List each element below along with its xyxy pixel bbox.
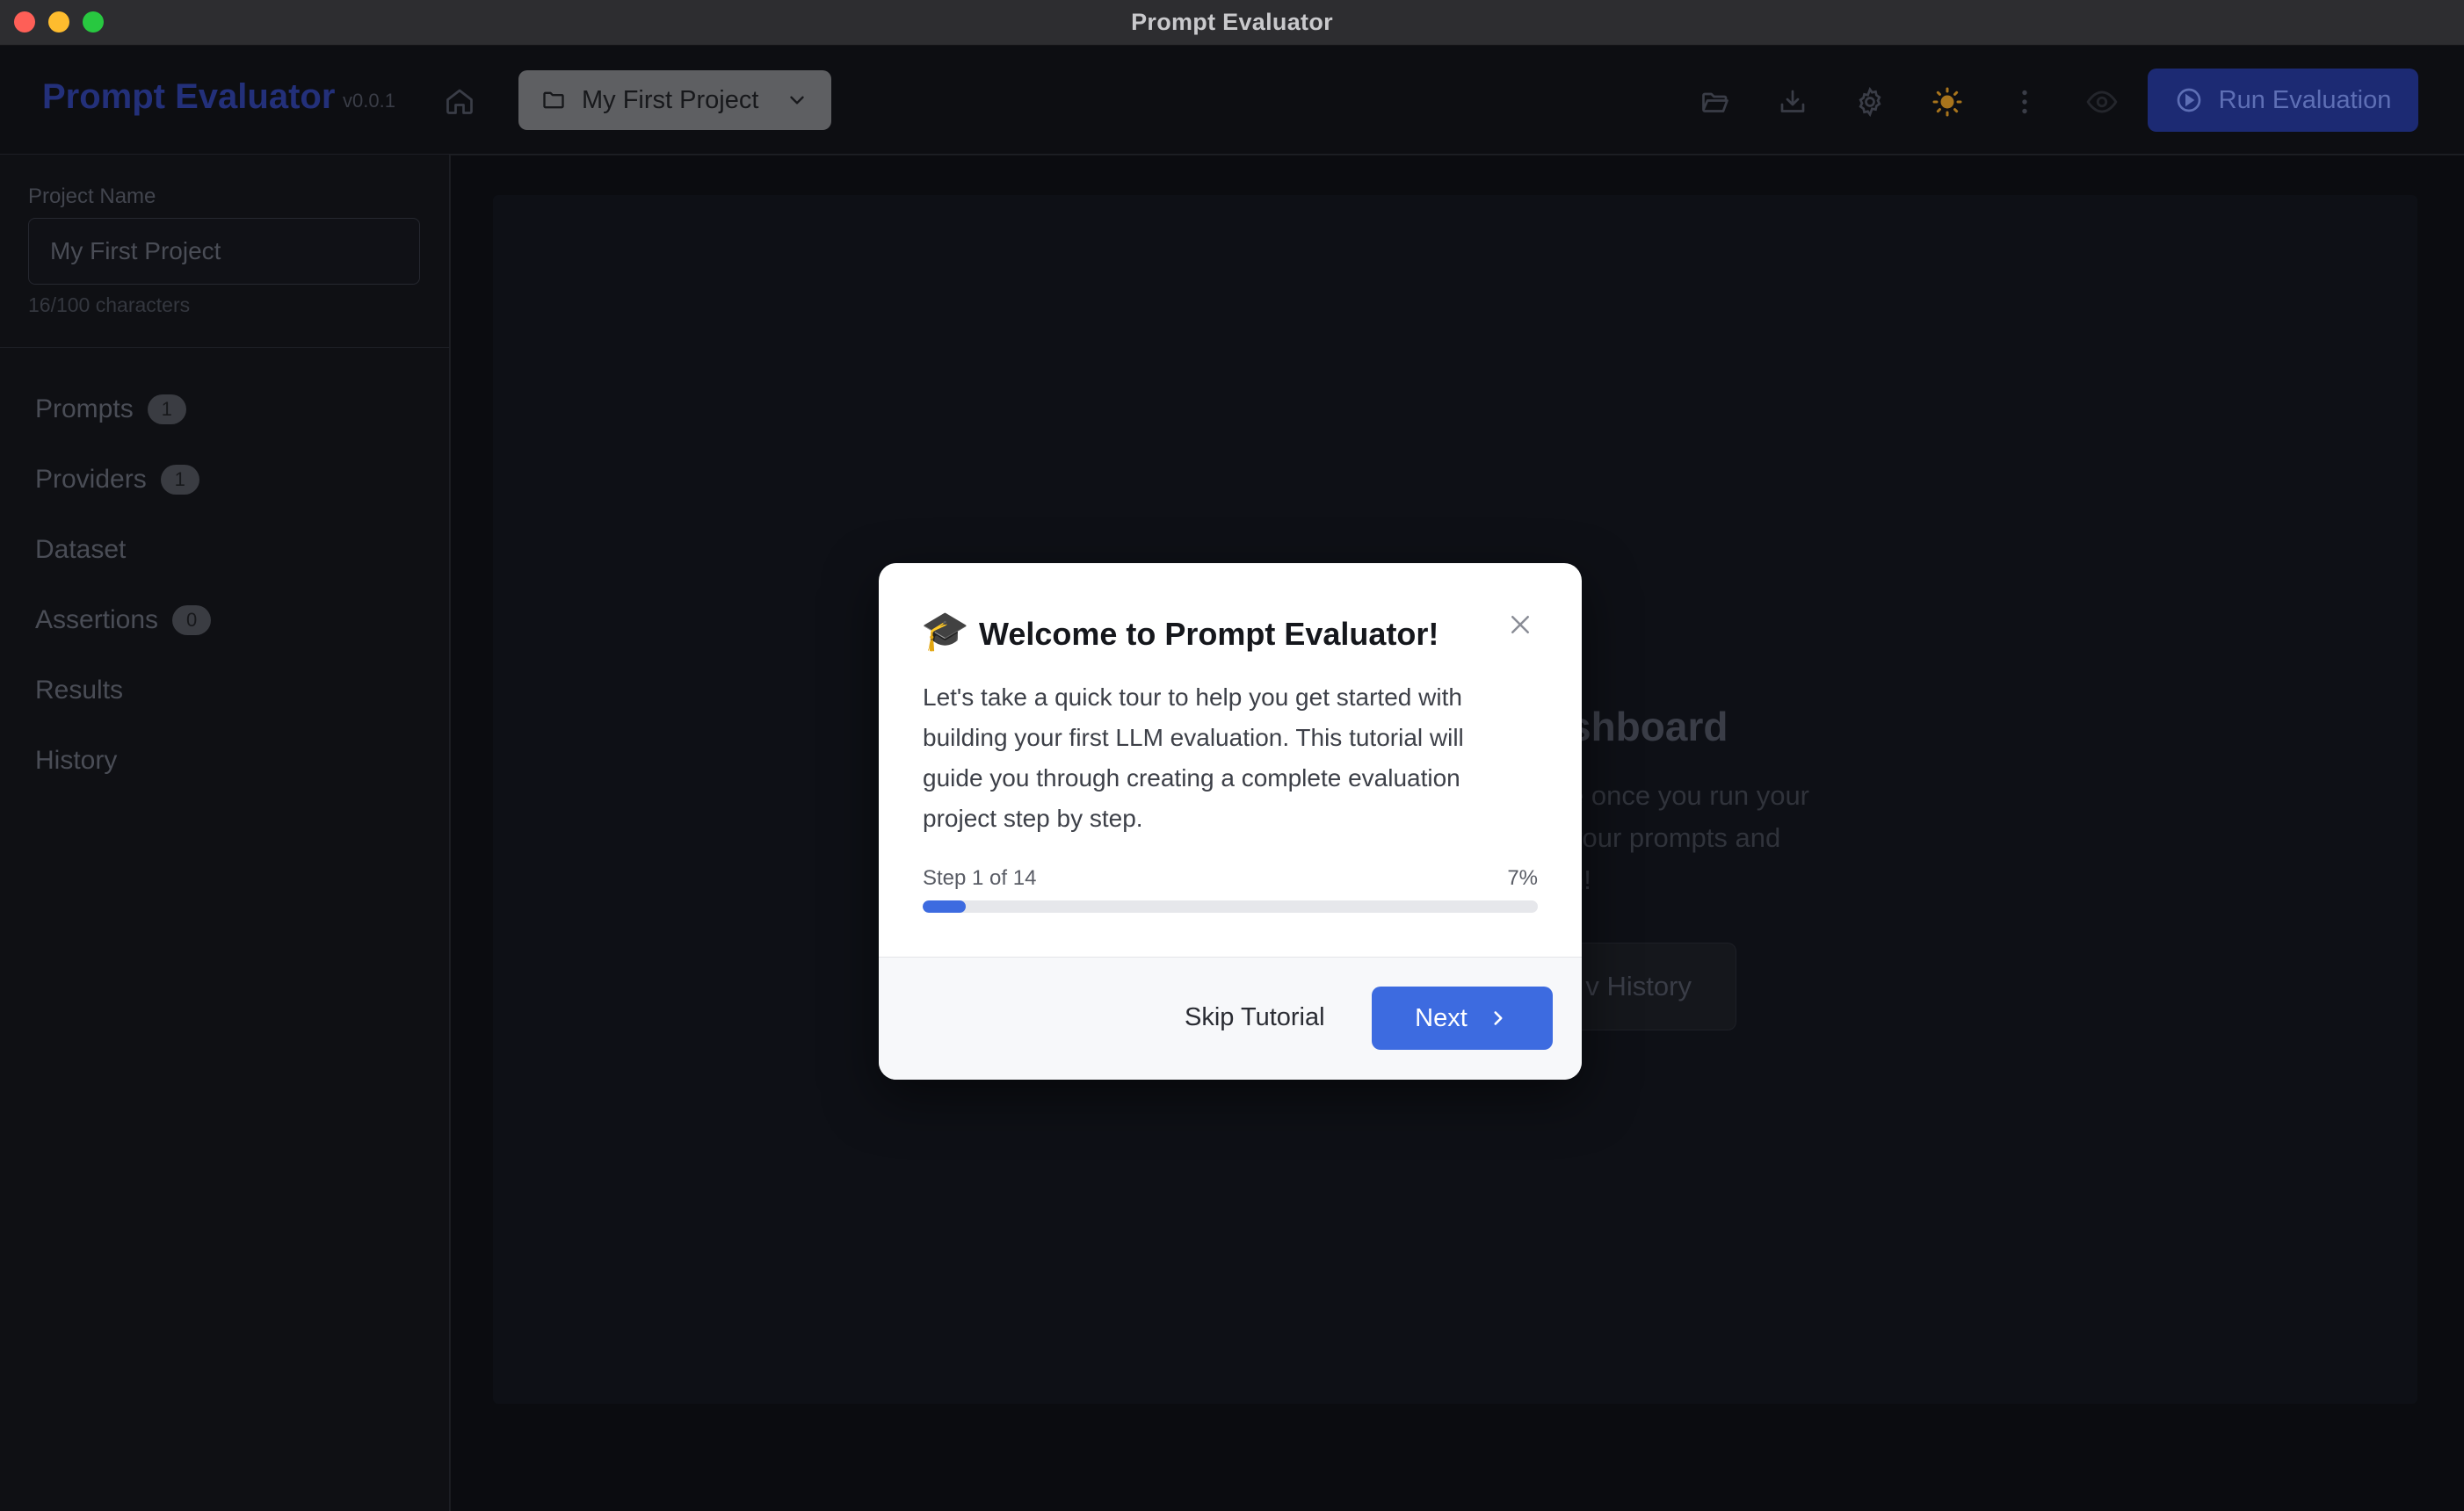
app-brand: Prompt Evaluator <box>42 77 336 116</box>
home-button[interactable] <box>441 83 478 119</box>
app-header: Prompt Evaluator v0.0.1 My First Project… <box>0 46 2464 155</box>
count-badge: 1 <box>147 394 186 424</box>
more-menu-button[interactable] <box>2005 83 2044 121</box>
tutorial-progress-fill <box>923 900 966 913</box>
project-name-input[interactable]: My First Project <box>28 218 420 285</box>
skip-tutorial-button[interactable]: Skip Tutorial <box>1185 1003 1325 1032</box>
sidebar-item-assertions[interactable]: Assertions 0 <box>35 585 212 655</box>
sidebar-item-label: Dataset <box>35 535 127 564</box>
sun-icon <box>1932 87 1962 117</box>
next-button-label: Next <box>1415 1003 1468 1032</box>
dashboard-description-line: n! <box>1569 859 1867 901</box>
sidebar-item-label: Providers <box>35 465 147 494</box>
sidebar-nav: Prompts 1 Providers 1 Dataset Assertions… <box>35 374 212 796</box>
window-titlebar: Prompt Evaluator <box>0 0 2464 46</box>
modal-close-button[interactable] <box>1503 607 1538 642</box>
export-button[interactable] <box>1773 83 1812 121</box>
run-evaluation-label: Run Evaluation <box>2218 85 2392 114</box>
dashboard-description-line: your prompts and <box>1569 822 1781 853</box>
gear-icon <box>1859 86 1881 118</box>
preview-button[interactable] <box>2083 83 2121 121</box>
tutorial-modal: 🎓 Welcome to Prompt Evaluator! Let's tak… <box>879 563 1582 1080</box>
modal-footer: Skip Tutorial Next <box>879 957 1582 1080</box>
settings-button[interactable] <box>1851 83 1889 121</box>
tutorial-progress-bar <box>923 900 1538 913</box>
home-icon <box>446 89 473 114</box>
chevron-down-icon <box>790 96 804 105</box>
sidebar-item-label: Assertions <box>35 605 159 634</box>
dashboard-title: shboard <box>1569 704 1728 749</box>
folder-open-icon <box>1702 92 1728 112</box>
project-selector[interactable]: My First Project <box>518 70 831 130</box>
close-icon <box>1511 616 1529 633</box>
sidebar-item-label: Results <box>35 676 124 705</box>
count-badge: 0 <box>172 605 212 635</box>
graduation-cap-icon: 🎓 <box>921 610 969 653</box>
sidebar-item-providers[interactable]: Providers 1 <box>35 445 211 515</box>
sidebar: Project Name My First Project 16/100 cha… <box>0 155 450 1511</box>
project-name-label: Project Name <box>28 184 156 208</box>
tutorial-step-label: Step 1 of 14 <box>923 866 1037 890</box>
project-name-char-count: 16/100 characters <box>28 293 191 316</box>
sidebar-item-history[interactable]: History <box>35 726 211 796</box>
window-controls <box>14 11 104 33</box>
project-selector-label: My First Project <box>582 85 759 114</box>
dashboard-description-line: e once you run your <box>1569 780 1810 811</box>
dashboard-description: e once you run your your prompts and n! <box>1569 775 1867 901</box>
window-minimize-button[interactable] <box>48 11 69 33</box>
sidebar-item-label: Prompts <box>35 394 134 423</box>
next-button[interactable]: Next <box>1372 987 1553 1050</box>
eye-icon <box>2086 90 2118 113</box>
modal-title: Welcome to Prompt Evaluator! <box>979 616 1439 652</box>
folder-icon <box>543 91 564 109</box>
play-circle-icon <box>2177 88 2200 112</box>
run-evaluation-button[interactable]: Run Evaluation <box>2148 69 2418 132</box>
count-badge: 1 <box>160 465 199 495</box>
modal-body: Let's take a quick tour to help you get … <box>923 683 1464 832</box>
app-version: v0.0.1 <box>343 90 395 112</box>
window-close-button[interactable] <box>14 11 35 33</box>
theme-toggle-button[interactable] <box>1928 83 1967 121</box>
sidebar-item-dataset[interactable]: Dataset <box>35 515 211 585</box>
sidebar-item-results[interactable]: Results <box>35 655 211 726</box>
chevron-right-icon <box>1494 1011 1503 1025</box>
sidebar-item-prompts[interactable]: Prompts 1 <box>35 374 211 445</box>
window-maximize-button[interactable] <box>83 11 104 33</box>
sidebar-item-label: History <box>35 746 118 775</box>
open-project-button[interactable] <box>1696 83 1735 121</box>
window-title: Prompt Evaluator <box>1131 9 1333 35</box>
more-vertical-icon <box>2022 90 2027 114</box>
sidebar-divider <box>0 347 450 348</box>
tutorial-percent-label: 7% <box>1507 866 1538 890</box>
download-icon <box>1780 90 1805 112</box>
